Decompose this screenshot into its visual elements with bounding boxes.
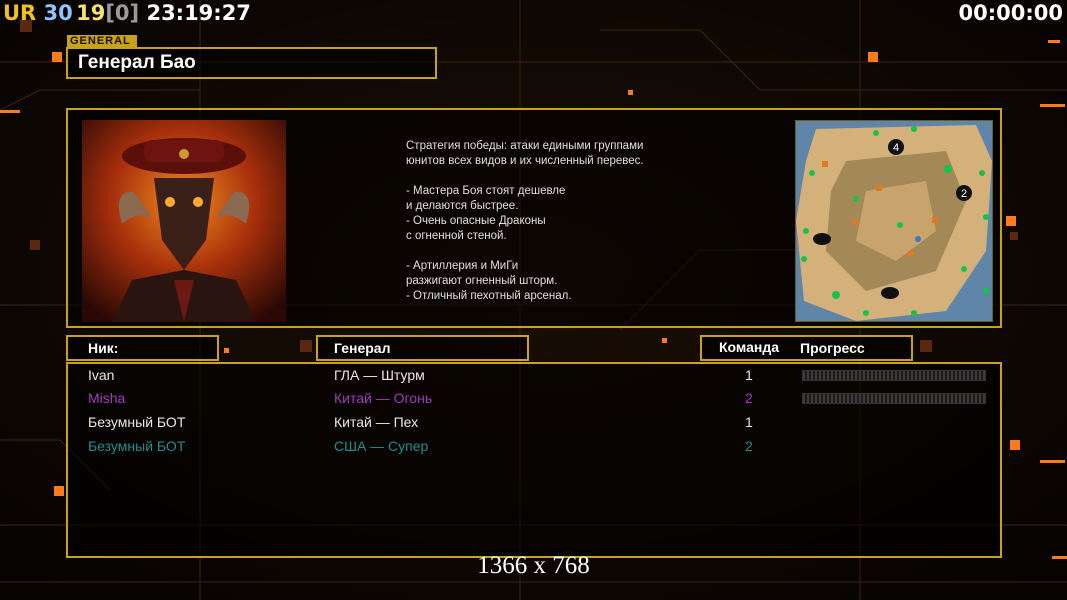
player-team: 2 (745, 390, 753, 406)
player-nick: Безумный БОТ (88, 414, 186, 430)
player-row[interactable]: Безумный БОТ США — Супер 2 (68, 436, 1000, 458)
header-general-box: Генерал (316, 335, 529, 361)
resolution-label: 1366 x 768 (477, 552, 590, 579)
general-portrait (82, 120, 286, 322)
map-preview[interactable]: 4 2 (795, 120, 993, 322)
player-general: Китай — Огонь (334, 390, 433, 406)
progress-bar (802, 370, 986, 381)
player-nick: Безумный БОТ (88, 438, 186, 454)
map-start-2: 2 (961, 188, 967, 200)
header-progress: Прогресс (800, 340, 865, 356)
player-team: 2 (745, 438, 753, 454)
general-description: Стратегия победы: атаки едиными группами… (406, 140, 644, 302)
player-general: ГЛА — Штурм (334, 367, 425, 383)
player-general: Китай — Пех (334, 414, 419, 430)
general-info-panel: Стратегия победы: атаки едиными группами… (66, 108, 1002, 328)
hud-clock: 23:19:27 (146, 1, 251, 25)
header-nick-box: Ник: (66, 335, 219, 361)
player-row[interactable]: Misha Китай — Огонь 2 (68, 388, 1000, 410)
player-team: 1 (745, 414, 753, 430)
header-team: Команда (719, 339, 779, 355)
player-row[interactable]: Ivan ГЛА — Штурм 1 (68, 365, 1000, 387)
header-team-progress-box: Команда Прогресс (700, 335, 913, 361)
hud-timer: 00:00:00 (958, 1, 1063, 25)
player-nick: Misha (88, 390, 126, 406)
hud-counter-2: 19 (76, 1, 106, 25)
header-nick: Ник: (88, 340, 119, 356)
hud-counter-1: 30 (43, 1, 73, 25)
general-title: Генерал Бао (78, 52, 196, 73)
general-tag: GENERAL (67, 35, 137, 47)
hud-stats: UR 30 19[0] 23:19:27 (3, 1, 251, 25)
player-row[interactable]: Безумный БОТ Китай — Пех 1 (68, 412, 1000, 434)
progress-bar (802, 393, 986, 404)
hud-ur: UR (3, 1, 37, 25)
header-general: Генерал (334, 340, 391, 356)
player-general: США — Супер (334, 438, 429, 454)
hud-bracket: [0] (105, 1, 140, 25)
player-nick: Ivan (88, 367, 115, 383)
general-title-box: Генерал Бао (66, 47, 437, 79)
map-start-4: 4 (893, 142, 899, 154)
player-list: Ivan ГЛА — Штурм 1 Misha Китай — Огонь 2… (66, 362, 1002, 558)
player-team: 1 (745, 367, 753, 383)
